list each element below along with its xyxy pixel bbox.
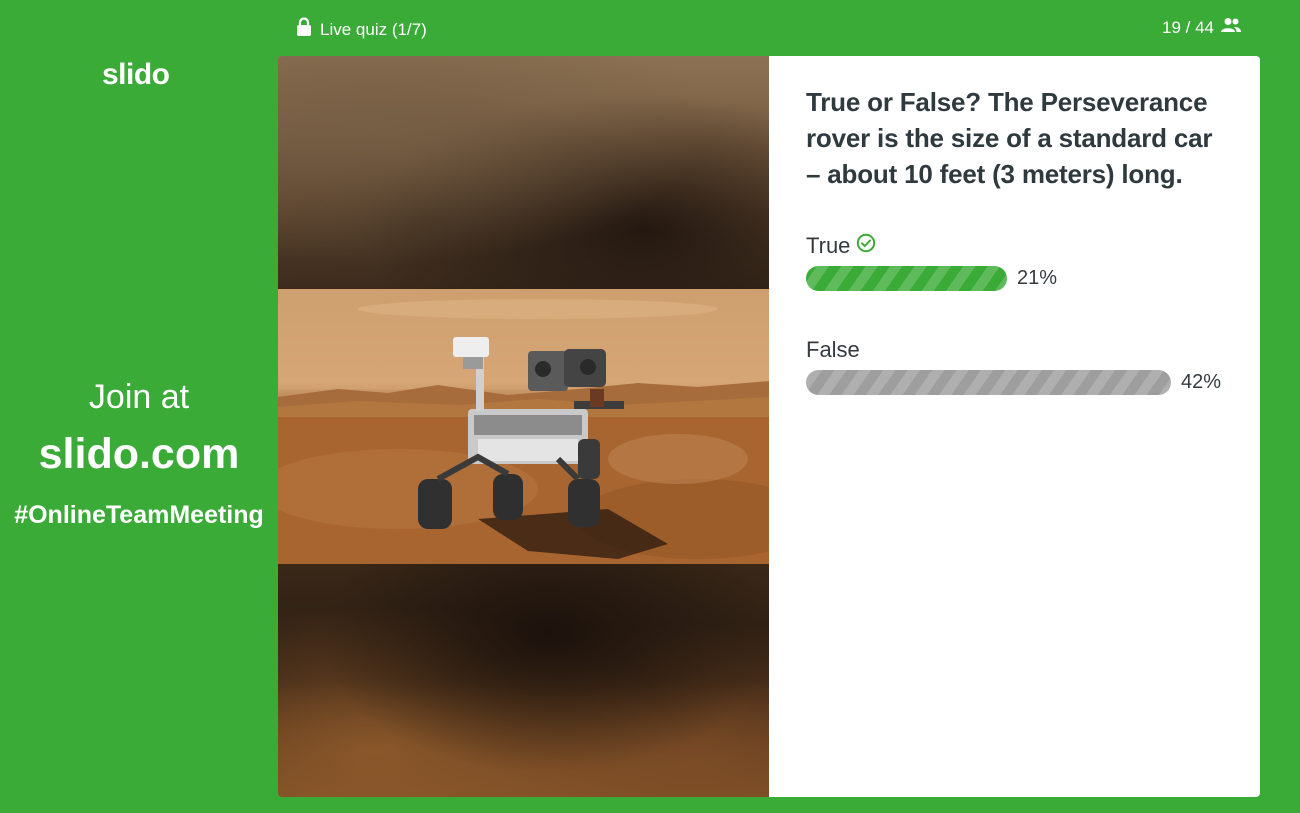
check-circle-icon	[856, 232, 876, 260]
option-label: True	[806, 233, 851, 258]
rover-photo	[278, 289, 769, 564]
option-false: False 42%	[806, 336, 1224, 395]
question-image	[278, 56, 769, 797]
quiz-status: Live quiz (1/7)	[296, 17, 427, 42]
option-result-row: 42%	[806, 370, 1224, 395]
event-code: #OnlineTeamMeeting	[14, 501, 264, 529]
question-pane: True or False? The Perseverance rover is…	[769, 56, 1260, 797]
result-percent: 21%	[1017, 267, 1058, 289]
lock-icon	[296, 17, 312, 42]
join-prefix: Join at	[88, 378, 190, 416]
option-label: False	[806, 337, 860, 362]
question-text: True or False? The Perseverance rover is…	[806, 87, 1213, 189]
option-label-row: True	[806, 232, 1224, 260]
result-bar	[806, 266, 1007, 291]
option-result-row: 21%	[806, 266, 1224, 291]
join-info: Join at slido.com #OnlineTeamMeeting	[0, 376, 278, 530]
participant-count-text: 19 / 44	[1162, 17, 1214, 37]
option-true: True 21%	[806, 232, 1224, 291]
quiz-status-label: Live quiz (1/7)	[320, 19, 427, 39]
image-blur-bottom	[278, 564, 769, 797]
slido-logo: slido	[102, 58, 170, 91]
option-label-row: False	[806, 336, 1224, 364]
participant-count: 19 / 44	[1162, 17, 1242, 38]
join-url: slido.com	[38, 430, 240, 478]
result-bar	[806, 370, 1171, 395]
people-icon	[1220, 17, 1242, 38]
result-percent: 42%	[1181, 371, 1222, 393]
quiz-card: True or False? The Perseverance rover is…	[278, 56, 1260, 797]
image-blur-top	[278, 56, 769, 289]
